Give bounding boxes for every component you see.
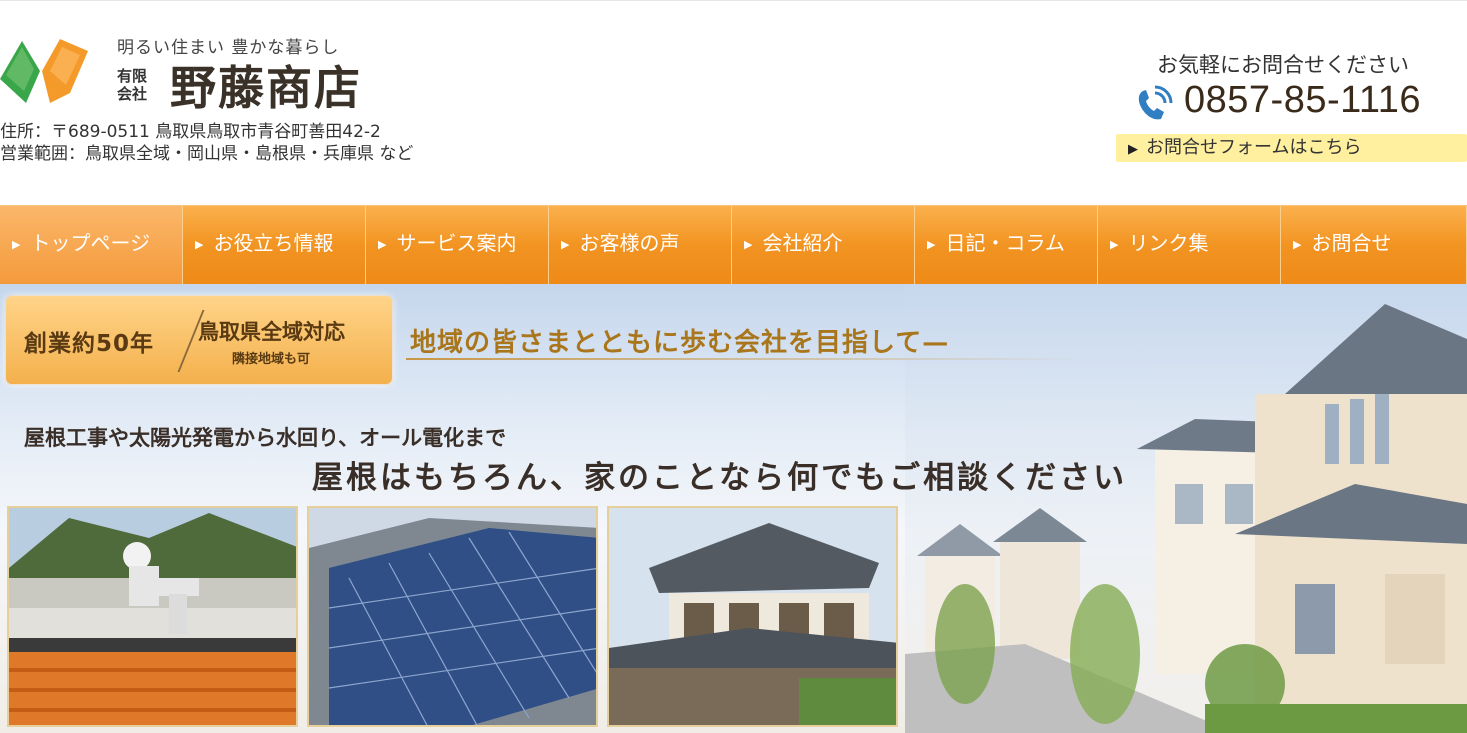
nav-item-diary[interactable]: ▶ 日記・コラム: [915, 206, 1098, 284]
solar-panel-photo: [307, 506, 598, 727]
triangle-right-icon: ▶: [561, 238, 570, 251]
nav-item-label: お問合せ: [1311, 231, 1392, 255]
nav-item-contact[interactable]: ▶ お問合せ: [1281, 206, 1467, 284]
nav-item-label: お客様の声: [579, 231, 680, 255]
nav-item-services[interactable]: ▶ サービス案内: [366, 206, 549, 284]
slogan: 地域の皆さまとともに歩む会社を目指して—: [410, 328, 950, 358]
contact-lead: お気軽にお問合せください: [1157, 53, 1409, 77]
founding-badge: 創業約50年 鳥取県全域対応 隣接地域も可: [6, 296, 392, 384]
nav-item-useful-info[interactable]: ▶ お役立ち情報: [183, 206, 366, 284]
sub-headline: 屋根工事や太陽光発電から水回り、オール電化まで: [24, 425, 507, 450]
traditional-house-photo: [607, 506, 898, 727]
badge-years: 創業約50年: [24, 331, 155, 357]
triangle-right-icon: ▶: [12, 238, 21, 251]
badge-area: 鳥取県全域対応: [198, 320, 345, 344]
nav-item-top[interactable]: ▶ トップページ: [0, 206, 183, 284]
tagline: 明るい住まい 豊かな暮らし: [117, 38, 340, 58]
hero-banner: 創業約50年 鳥取県全域対応 隣接地域も可 地域の皆さまとともに歩む会社を目指し…: [0, 284, 1467, 733]
company-type: 有限会社: [117, 67, 148, 103]
roof-work-photo: [7, 506, 298, 727]
address-text: 住所：〒689-0511 鳥取県鳥取市青谷町善田42-2: [0, 122, 381, 142]
nav-item-company[interactable]: ▶ 会社紹介: [732, 206, 915, 284]
nav-item-label: 日記・コラム: [945, 231, 1065, 255]
residential-street-image: [905, 284, 1467, 733]
main-headline: 屋根はもちろん、家のことなら何でもご相談ください: [312, 460, 1128, 496]
nav-item-label: お役立ち情報: [213, 231, 334, 255]
triangle-right-icon: ▶: [1293, 238, 1302, 251]
triangle-right-icon: ▶: [195, 238, 204, 251]
nav-item-label: サービス案内: [396, 231, 517, 255]
nav-item-label: トップページ: [30, 231, 151, 255]
triangle-right-icon: ▶: [927, 238, 936, 251]
company-name[interactable]: 野藤商店: [170, 61, 362, 115]
nav-item-customer-voice[interactable]: ▶ お客様の声: [549, 206, 732, 284]
triangle-right-icon: ▶: [1128, 142, 1138, 157]
address-block: 住所：〒689-0511 鳥取県鳥取市青谷町善田42-2 営業範囲：鳥取県全域・…: [0, 121, 413, 165]
nav-item-label: リンク集: [1128, 231, 1209, 255]
service-area-text: 営業範囲：鳥取県全域・岡山県・島根県・兵庫県 など: [0, 144, 414, 164]
contact-form-link-label: お問合せフォームはこちら: [1146, 137, 1362, 158]
triangle-right-icon: ▶: [378, 238, 387, 251]
global-nav: ▶ トップページ ▶ お役立ち情報 ▶ サービス案内 ▶ お客様の声 ▶ 会社紹介 ▶ 日記…: [0, 205, 1467, 284]
phone-number[interactable]: 0857-85-1116: [1184, 79, 1421, 122]
site-header: 明るい住まい 豊かな暮らし 有限会社 野藤商店 住所：〒689-0511 鳥取県…: [0, 0, 1467, 206]
company-logo-icon[interactable]: [0, 31, 90, 111]
triangle-right-icon: ▶: [1110, 238, 1119, 251]
contact-form-link[interactable]: ▶ お問合せフォームはこちら: [1116, 134, 1467, 162]
nav-item-label: 会社紹介: [762, 231, 843, 255]
nav-item-links[interactable]: ▶ リンク集: [1098, 206, 1281, 284]
phone-icon: [1138, 85, 1173, 120]
badge-sub: 隣接地域も可: [232, 352, 311, 367]
triangle-right-icon: ▶: [744, 238, 753, 251]
slogan-underline: [406, 358, 1086, 360]
